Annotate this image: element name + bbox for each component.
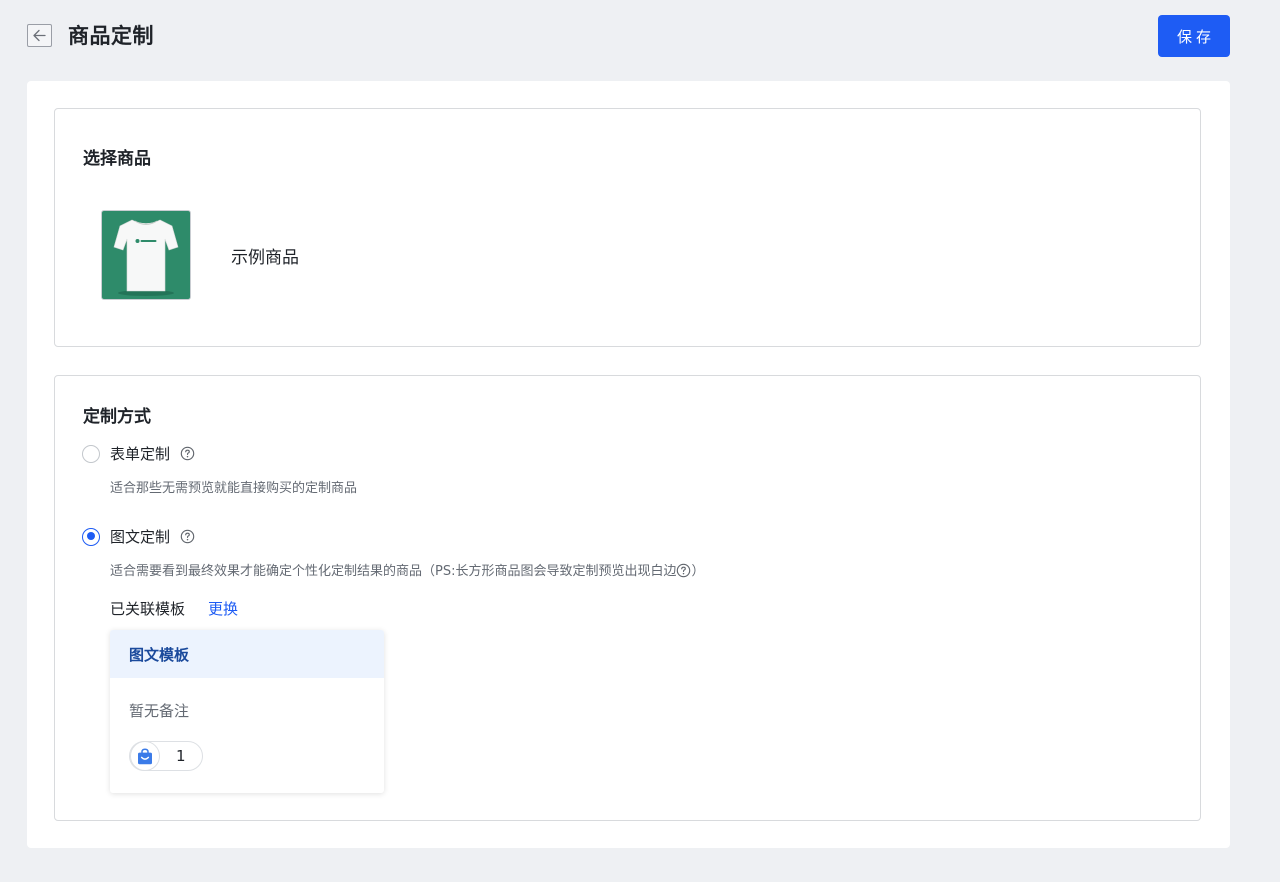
- linked-template-label: 已关联模板: [110, 600, 186, 618]
- image-text-customization-description: 适合需要看到最终效果才能确定个性化定制结果的商品（PS:长方形商品图会导致定制预…: [110, 560, 705, 579]
- image-text-description-suffix: ）: [691, 564, 705, 579]
- back-button[interactable]: [27, 24, 52, 47]
- template-title: 图文模板: [110, 630, 384, 678]
- method-section-title: 定制方式: [83, 407, 151, 427]
- bag-icon-wrapper: [130, 741, 160, 771]
- product-name: 示例商品: [231, 248, 299, 268]
- template-note: 暂无备注: [129, 702, 190, 720]
- question-circle-icon[interactable]: [180, 529, 195, 544]
- customization-method-section: 定制方式 表单定制 适合那些无需预览就能直接购买的定制商品 图文定制 适合需要看…: [54, 375, 1201, 821]
- option-form-customization[interactable]: 表单定制: [82, 443, 195, 464]
- tshirt-image: [102, 211, 190, 299]
- form-customization-description: 适合那些无需预览就能直接购买的定制商品: [110, 481, 358, 496]
- product-thumbnail[interactable]: [101, 210, 191, 300]
- image-text-customization-radio[interactable]: [82, 527, 100, 546]
- question-circle-icon[interactable]: [676, 563, 691, 578]
- template-card[interactable]: 图文模板 暂无备注 1: [110, 630, 384, 793]
- page-title: 商品定制: [68, 24, 154, 48]
- image-text-description-text: 适合需要看到最终效果才能确定个性化定制结果的商品（PS:长方形商品图会导致定制预…: [110, 564, 677, 579]
- form-customization-radio[interactable]: [82, 444, 100, 463]
- form-customization-label: 表单定制: [110, 445, 171, 463]
- main-card: 选择商品 示例商品 定制方式 表单定制 适合那些无需预览就能直接购买的定制商品 …: [27, 81, 1230, 848]
- replace-template-link[interactable]: 更换: [208, 598, 238, 619]
- question-circle-icon[interactable]: [180, 446, 195, 461]
- product-count-badge: 1: [129, 741, 203, 771]
- shopping-bag-icon: [138, 747, 152, 764]
- product-count: 1: [176, 747, 186, 765]
- image-text-customization-label: 图文定制: [110, 528, 171, 546]
- option-image-text-customization[interactable]: 图文定制: [82, 526, 195, 547]
- arrow-left-icon: [33, 29, 46, 42]
- page-header: 商品定制 保存: [0, 0, 1280, 80]
- product-section-title: 选择商品: [83, 149, 151, 169]
- product-section: 选择商品 示例商品: [54, 108, 1201, 347]
- save-button[interactable]: 保存: [1158, 15, 1230, 57]
